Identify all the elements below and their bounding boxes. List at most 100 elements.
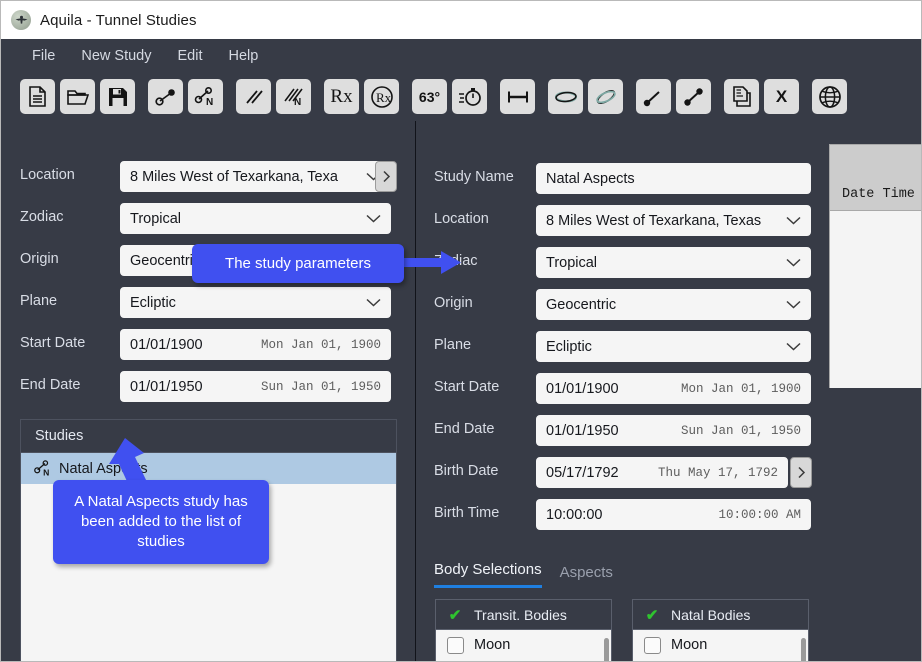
label-birth-date: Birth Date: [434, 463, 499, 479]
menu-new-study[interactable]: New Study: [68, 45, 164, 67]
study-name-value: Natal Aspects: [546, 170, 635, 187]
label-plane: Plane: [20, 293, 58, 309]
checkbox[interactable]: [436, 636, 474, 654]
natal-bodies-list: ✔ Natal Bodies Moon Mercury: [632, 599, 809, 661]
start-date-hint: Mon Jan 01, 1900: [680, 381, 801, 396]
column-header-date-time[interactable]: Date Time: [830, 145, 921, 211]
origin-value: Geocentric: [546, 296, 617, 313]
check-icon[interactable]: ✔: [633, 606, 671, 624]
menu-file[interactable]: File: [19, 45, 68, 67]
chevron-down-icon: [786, 342, 801, 351]
application-window: Aquila - Tunnel Studies File New Study E…: [0, 0, 922, 662]
stopwatch-icon[interactable]: [452, 79, 487, 114]
label-study-name: Study Name: [434, 169, 514, 185]
studies-list-header: Studies: [21, 420, 396, 453]
checkbox[interactable]: [633, 636, 671, 654]
start-date-field[interactable]: 01/01/1900 Mon Jan 01, 1900: [120, 329, 391, 360]
location-combo[interactable]: 8 Miles West of Texarkana, Texa: [120, 161, 391, 192]
birth-time-value: 10:00:00: [546, 506, 603, 523]
natal-aspect-icon[interactable]: N: [188, 79, 223, 114]
retrograde-circle-icon[interactable]: Rx: [364, 79, 399, 114]
parallel-icon[interactable]: [236, 79, 271, 114]
birth-time-hint: 10:00:00 AM: [718, 507, 801, 522]
ellipse-tilt-icon[interactable]: [588, 79, 623, 114]
label-start-date: Start Date: [20, 335, 86, 351]
location-value: 8 Miles West of Texarkana, Texa: [130, 168, 338, 185]
list-item-label: Moon: [474, 637, 511, 653]
birth-date-next-button[interactable]: [790, 457, 812, 488]
label-zodiac: Zodiac: [20, 209, 64, 225]
degrees-icon[interactable]: 63°: [412, 79, 447, 114]
list-item[interactable]: Moon: [633, 630, 808, 660]
plane-combo[interactable]: Ecliptic: [536, 331, 811, 362]
svg-text:N: N: [294, 97, 301, 107]
zodiac-value: Tropical: [130, 210, 182, 227]
natal-bodies-title: Natal Bodies: [671, 606, 751, 623]
location-value: 8 Miles West of Texarkana, Texas: [546, 212, 762, 229]
globe-icon[interactable]: [812, 79, 847, 114]
list-item-label: Moon: [671, 637, 708, 653]
natal-bodies-header[interactable]: ✔ Natal Bodies: [633, 600, 808, 630]
chevron-down-icon: [786, 258, 801, 267]
origin-combo[interactable]: Geocentric: [536, 289, 811, 320]
list-item[interactable]: Moon: [436, 630, 611, 660]
menu-edit[interactable]: Edit: [165, 45, 216, 67]
transit-bodies-title: Transit. Bodies: [474, 606, 567, 623]
callout-text: The study parameters: [225, 254, 371, 272]
tab-body-selections[interactable]: Body Selections: [434, 561, 542, 588]
transit-bodies-header[interactable]: ✔ Transit. Bodies: [436, 600, 611, 630]
export-excel-label: X: [775, 86, 788, 106]
zodiac-value: Tropical: [546, 254, 598, 271]
tab-aspects[interactable]: Aspects: [560, 564, 613, 588]
menu-help[interactable]: Help: [216, 45, 272, 67]
start-date-field[interactable]: 01/01/1900 Mon Jan 01, 1900: [536, 373, 811, 404]
location-combo[interactable]: 8 Miles West of Texarkana, Texas: [536, 205, 811, 236]
natal-parallel-icon[interactable]: N: [276, 79, 311, 114]
ellipse-flat-icon[interactable]: [548, 79, 583, 114]
retrograde-label: Rx: [330, 85, 353, 107]
label-location: Location: [434, 211, 489, 227]
callout-study-parameters: The study parameters: [192, 244, 404, 283]
origin-value: Geocentric: [130, 252, 201, 269]
tab-bar: Body Selections Aspects: [434, 561, 613, 588]
aspect-icon[interactable]: [148, 79, 183, 114]
birth-time-field[interactable]: 10:00:00 10:00:00 AM: [536, 499, 811, 530]
pin-icon[interactable]: [636, 79, 671, 114]
study-name-field[interactable]: Natal Aspects: [536, 163, 811, 194]
label-birth-time: Birth Time: [434, 505, 500, 521]
copy-icon[interactable]: [724, 79, 759, 114]
location-next-button[interactable]: [375, 161, 397, 192]
end-date-field[interactable]: 01/01/1950 Sun Jan 01, 1950: [536, 415, 811, 446]
plane-combo[interactable]: Ecliptic: [120, 287, 391, 318]
save-icon[interactable]: [100, 79, 135, 114]
open-folder-icon[interactable]: [60, 79, 95, 114]
toolbar: N N Rx Rx 63° X: [1, 72, 921, 121]
span-icon[interactable]: [500, 79, 535, 114]
end-date-field[interactable]: 01/01/1950 Sun Jan 01, 1950: [120, 371, 391, 402]
degrees-label: 63°: [418, 88, 441, 105]
birth-date-value: 05/17/1792: [546, 464, 619, 481]
right-study-panel: Study Name Natal Aspects Location 8 Mile…: [416, 121, 827, 661]
zodiac-combo[interactable]: Tropical: [120, 203, 391, 234]
label-location: Location: [20, 167, 75, 183]
label-start-date: Start Date: [434, 379, 500, 395]
dumbbell-icon[interactable]: [676, 79, 711, 114]
chevron-right-icon: [382, 170, 390, 183]
retrograde-icon[interactable]: Rx: [324, 79, 359, 114]
label-origin: Origin: [434, 295, 473, 311]
new-document-icon[interactable]: [20, 79, 55, 114]
scrollbar-thumb[interactable]: [604, 638, 609, 661]
birth-date-field[interactable]: 05/17/1792 Thu May 17, 1792: [536, 457, 788, 488]
zodiac-combo[interactable]: Tropical: [536, 247, 811, 278]
end-date-hint: Sun Jan 01, 1950: [260, 379, 381, 394]
start-date-value: 01/01/1900: [130, 336, 203, 353]
check-icon[interactable]: ✔: [436, 606, 474, 624]
menu-bar: File New Study Edit Help: [1, 39, 921, 72]
scrollbar-thumb[interactable]: [801, 638, 806, 661]
transit-bodies-list: ✔ Transit. Bodies Moon Mercury: [435, 599, 612, 661]
export-excel-icon[interactable]: X: [764, 79, 799, 114]
callout-arrow-params: [401, 251, 461, 274]
callout-text: A Natal Aspects study has been added to …: [74, 493, 248, 550]
label-origin: Origin: [20, 251, 59, 267]
plane-value: Ecliptic: [130, 294, 176, 311]
